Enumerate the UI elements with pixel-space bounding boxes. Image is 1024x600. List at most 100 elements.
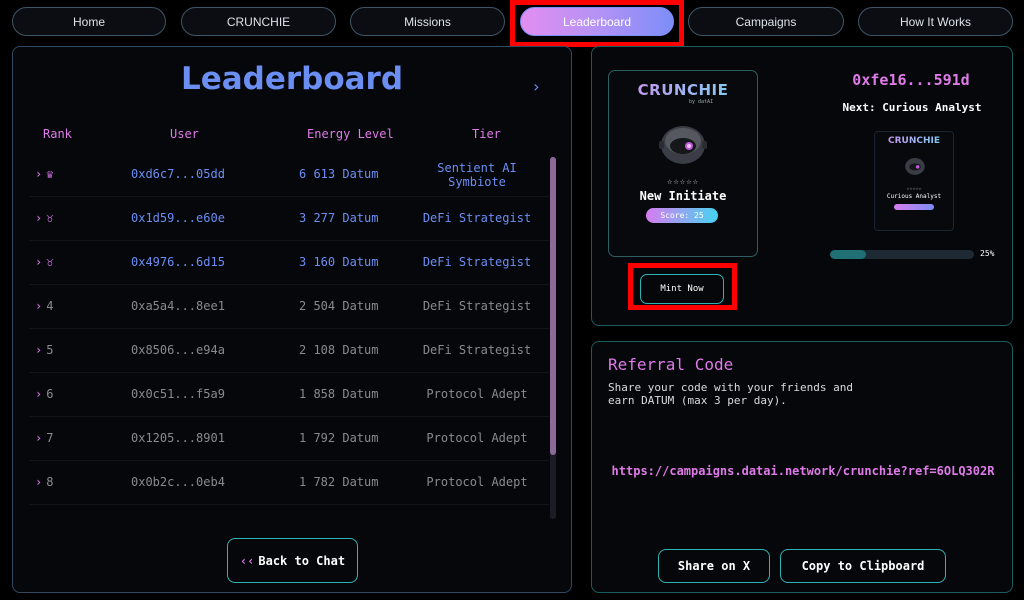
chevron-right-icon: › [35,475,43,489]
mint-now-button[interactable]: Mint Now [640,274,724,304]
next-tier-card: CRUNCHIE ☆☆☆☆☆ Curious Analyst [874,131,954,231]
user-cell: 0x0b2c...0eb4 [131,475,225,489]
tier-cell: Sentient AI Symbiote [437,161,517,189]
score-badge: Score: 25 [646,208,718,223]
rank-cell: › ♉ [35,255,53,269]
chevron-right-icon: › [35,387,43,401]
table-row[interactable]: › 7 0x1205...8901 1 792 Datum Protocol Ad… [29,417,549,461]
energy-cell: 6 613 Datum [299,167,379,181]
table-row[interactable]: › 4 0xa5a4...8ee1 2 504 Datum DeFi Strate… [29,285,549,329]
energy-cell: 1 782 Datum [299,475,379,489]
tier-cell: DeFi Strategist [422,211,532,225]
scrollbar-thumb[interactable] [550,157,556,455]
energy-cell: 2 108 Datum [299,343,379,357]
chevron-right-icon[interactable]: › [531,77,541,96]
rating-stars: ☆☆☆☆☆ [666,177,700,187]
tier-progress-fill [830,250,866,259]
crunchie-logo: CRUNCHIE [875,136,953,146]
table-row[interactable]: › 8 0x0b2c...0eb4 1 782 Datum Protocol Ad… [29,461,549,505]
top-nav: Home CRUNCHIE Missions Leaderboard Campa… [0,0,1024,44]
energy-cell: 1 858 Datum [299,387,379,401]
rank-number: 8 [46,475,54,489]
referral-panel: Referral Code Share your code with your … [591,341,1013,593]
nft-card: CRUNCHIE by datAI ☆☆☆☆☆ New Initiate Sco… [608,70,758,257]
tier-cell: DeFi Strategist [422,299,532,313]
rank-number: 7 [46,431,54,445]
user-cell: 0x1d59...e60e [131,211,225,225]
table-row[interactable]: › ♛ 0xd6c7...05dd 6 613 Datum Sentient AI… [29,153,549,197]
rank-cell: › 8 [35,475,53,489]
medal-icon: ♉ [46,211,54,225]
rank-cell: › 4 [35,299,53,313]
share-on-x-button[interactable]: Share on X [658,549,770,583]
rank-number: 4 [46,299,54,313]
user-cell: 0x1205...8901 [131,431,225,445]
current-tier-name: New Initiate [639,189,727,203]
tier-cell: DeFi Strategist [422,343,532,357]
user-cell: 0x8506...e94a [131,343,225,357]
table-row[interactable]: › ♉ 0x4976...6d15 3 160 Datum DeFi Strate… [29,241,549,285]
chevron-right-icon: › [35,343,43,357]
rating-stars: ☆☆☆☆☆ [906,186,922,192]
rank-number: 5 [46,343,54,357]
rank-cell: › 6 [35,387,53,401]
chevron-right-icon: › [35,211,43,225]
tier-cell: Protocol Adept [426,475,528,489]
robot-avatar-icon [659,126,707,164]
datai-logo: by datAI [689,99,714,105]
rank-cell: › 7 [35,431,53,445]
crown-icon: ♛ [46,167,54,181]
next-tier-card-name: Curious Analyst [886,193,942,200]
tab-missions[interactable]: Missions [350,7,505,36]
energy-cell: 3 277 Datum [299,211,379,225]
tier-progress-label: 25% [980,249,995,258]
referral-title: Referral Code [608,355,734,374]
user-cell: 0xd6c7...05dd [131,167,225,181]
robot-avatar-icon [905,158,925,175]
tab-campaigns[interactable]: Campaigns [688,7,844,36]
nft-panel: CRUNCHIE by datAI ☆☆☆☆☆ New Initiate Sco… [591,46,1013,326]
next-tier-label: Next: Curious Analyst [842,101,982,114]
next-tier-card-bar [894,204,934,210]
chevron-right-icon: › [35,299,43,313]
rank-number: 6 [46,387,54,401]
energy-cell: 2 504 Datum [299,299,379,313]
leaderboard-table: › ♛ 0xd6c7...05dd 6 613 Datum Sentient AI… [29,153,549,523]
chevron-right-icon: › [35,431,43,445]
double-chevron-left-icon: ‹‹ [239,553,255,568]
energy-cell: 3 160 Datum [299,255,379,269]
referral-link[interactable]: https://campaigns.datai.network/crunchie… [608,462,998,480]
user-cell: 0x0c51...f5a9 [131,387,225,401]
energy-cell: 1 792 Datum [299,431,379,445]
crunchie-logo: CRUNCHIE [609,81,757,99]
column-header-tier: Tier [472,127,501,141]
table-scrollbar[interactable] [550,157,556,519]
user-cell: 0xa5a4...8ee1 [131,299,225,313]
tier-cell: DeFi Strategist [422,255,532,269]
tab-home[interactable]: Home [12,7,166,36]
leaderboard-title: Leaderboard [180,61,404,97]
copy-to-clipboard-button[interactable]: Copy to Clipboard [780,549,946,583]
column-header-user: User [170,127,199,141]
tier-progress-bar [830,250,974,259]
tier-cell: Protocol Adept [426,387,528,401]
wallet-address: 0xfe16...591d [852,71,970,89]
leaderboard-panel: Leaderboard › Rank User Energy Level Tie… [12,46,572,593]
back-to-chat-label: Back to Chat [258,553,346,568]
rank-cell: › ♛ [35,167,53,181]
rank-cell: › 5 [35,343,53,357]
tab-how-it-works[interactable]: How It Works [858,7,1013,36]
tab-leaderboard[interactable]: Leaderboard [520,7,674,36]
table-row[interactable]: › 5 0x8506...e94a 2 108 Datum DeFi Strate… [29,329,549,373]
column-header-energy: Energy Level [307,127,394,141]
referral-description: Share your code with your friends and ea… [608,381,854,407]
medal-icon: ♉ [46,255,54,269]
back-to-chat-button[interactable]: ‹‹ Back to Chat [227,538,358,583]
chevron-right-icon: › [35,167,43,181]
column-header-rank: Rank [43,127,72,141]
table-row[interactable]: › ♉ 0x1d59...e60e 3 277 Datum DeFi Strate… [29,197,549,241]
rank-cell: › ♉ [35,211,53,225]
user-cell: 0x4976...6d15 [131,255,225,269]
tab-crunchie[interactable]: CRUNCHIE [181,7,336,36]
table-row[interactable]: › 6 0x0c51...f5a9 1 858 Datum Protocol Ad… [29,373,549,417]
